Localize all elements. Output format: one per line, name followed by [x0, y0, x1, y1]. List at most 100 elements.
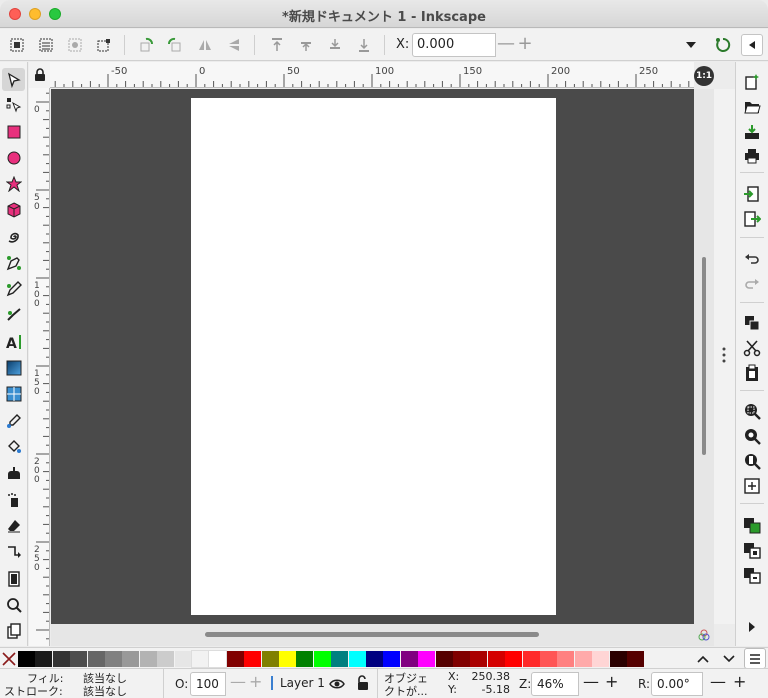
- pages-tool[interactable]: [2, 567, 25, 590]
- undo-button[interactable]: [740, 248, 764, 270]
- guide-lock-button[interactable]: [29, 62, 50, 88]
- color-swatch[interactable]: [487, 651, 505, 667]
- color-swatch[interactable]: [366, 651, 383, 667]
- zoom-page-button[interactable]: [740, 450, 764, 472]
- eraser-tool[interactable]: [2, 514, 25, 537]
- color-swatch[interactable]: [296, 651, 314, 667]
- horizontal-scrollbar[interactable]: [51, 624, 694, 646]
- color-swatch[interactable]: [540, 651, 557, 667]
- 3dbox-tool[interactable]: [2, 198, 25, 221]
- rotate-ccw-status-button[interactable]: —: [710, 672, 726, 691]
- no-paint-swatch[interactable]: [1, 651, 17, 667]
- node-tool[interactable]: [2, 93, 25, 116]
- color-swatch[interactable]: [348, 651, 366, 667]
- connector-tool[interactable]: [2, 540, 25, 563]
- fill-stroke-button[interactable]: [740, 514, 764, 536]
- color-swatch[interactable]: [52, 651, 70, 667]
- raise-button[interactable]: [296, 35, 316, 55]
- document-page[interactable]: [191, 98, 556, 615]
- color-swatch[interactable]: [157, 651, 175, 667]
- copy-button[interactable]: [740, 312, 764, 334]
- zoom-one-to-one-button[interactable]: 1:1: [694, 66, 714, 86]
- palette-scroll-up-button[interactable]: [694, 650, 712, 668]
- paste-button[interactable]: [740, 362, 764, 384]
- color-swatch[interactable]: [331, 651, 349, 667]
- deselect-button[interactable]: [94, 35, 114, 55]
- color-swatch[interactable]: [627, 651, 644, 667]
- rotation-input[interactable]: 0.00°: [651, 672, 703, 696]
- star-tool[interactable]: [2, 172, 25, 195]
- color-swatch[interactable]: [400, 651, 418, 667]
- color-swatch[interactable]: [279, 651, 296, 667]
- ellipse-tool[interactable]: [2, 146, 25, 169]
- color-swatch[interactable]: [208, 650, 228, 668]
- zoom-selection-button[interactable]: [740, 400, 764, 422]
- color-swatch[interactable]: [574, 651, 592, 667]
- lower-button[interactable]: [325, 35, 345, 55]
- horizontal-scrollbar-thumb[interactable]: [205, 632, 539, 637]
- ungroup-button[interactable]: [740, 564, 764, 586]
- rotate-ccw-button[interactable]: [136, 35, 156, 55]
- color-swatch[interactable]: [18, 651, 35, 667]
- commands-expand-button[interactable]: [740, 616, 764, 638]
- open-document-button[interactable]: [740, 96, 764, 118]
- dock-handle[interactable]: [714, 89, 735, 624]
- spray-tool[interactable]: [2, 488, 25, 511]
- spiral-tool[interactable]: [2, 225, 25, 248]
- zoom-drawing-button[interactable]: [740, 425, 764, 447]
- opacity-increment-button[interactable]: +: [249, 672, 262, 691]
- group-button[interactable]: [740, 539, 764, 561]
- color-swatch[interactable]: [174, 651, 192, 667]
- select-all-layers-button[interactable]: [36, 35, 56, 55]
- pen-tool[interactable]: [2, 251, 25, 274]
- new-document-button[interactable]: [740, 71, 764, 93]
- zoom-input[interactable]: 46%: [531, 672, 579, 696]
- color-swatch[interactable]: [122, 651, 140, 667]
- color-swatch[interactable]: [505, 651, 523, 667]
- pencil-tool[interactable]: [2, 277, 25, 300]
- print-button[interactable]: [740, 145, 764, 167]
- invert-selection-button[interactable]: [65, 35, 85, 55]
- selector-tool[interactable]: [2, 68, 25, 91]
- current-layer-name[interactable]: Layer 1: [280, 676, 325, 690]
- opacity-input[interactable]: 100: [190, 672, 226, 696]
- import-button[interactable]: [740, 183, 764, 205]
- color-swatch[interactable]: [435, 651, 453, 667]
- color-swatch[interactable]: [105, 651, 122, 667]
- color-swatch[interactable]: [557, 651, 575, 667]
- flip-horizontal-button[interactable]: [195, 35, 215, 55]
- zoom-tool[interactable]: [2, 593, 25, 616]
- color-swatch[interactable]: [87, 651, 105, 667]
- color-swatch[interactable]: [226, 651, 244, 667]
- x-increment-button[interactable]: +: [515, 33, 535, 57]
- gradient-tool[interactable]: [2, 356, 25, 379]
- layer-lock-toggle[interactable]: [356, 675, 370, 691]
- vertical-scrollbar[interactable]: [694, 89, 714, 624]
- color-swatch[interactable]: [261, 651, 279, 667]
- snap-toggle-button[interactable]: [713, 35, 733, 55]
- x-coordinate-input[interactable]: 0.000: [412, 33, 496, 57]
- zoom-out-button[interactable]: —: [583, 672, 599, 691]
- flip-vertical-button[interactable]: [224, 35, 244, 55]
- snap-popover-button[interactable]: [741, 34, 763, 56]
- color-swatch[interactable]: [244, 651, 262, 667]
- paintbucket-tool[interactable]: [2, 435, 25, 458]
- color-swatch[interactable]: [139, 651, 157, 667]
- color-swatch[interactable]: [191, 650, 210, 668]
- layer-visibility-toggle[interactable]: [329, 676, 345, 692]
- mesh-tool[interactable]: [2, 382, 25, 405]
- measure-tool[interactable]: [2, 619, 25, 642]
- vertical-scrollbar-thumb[interactable]: [702, 257, 706, 455]
- color-swatch[interactable]: [522, 651, 540, 667]
- palette-scroll-down-button[interactable]: [720, 650, 738, 668]
- color-swatch[interactable]: [383, 651, 401, 667]
- color-swatch[interactable]: [470, 651, 488, 667]
- redo-button[interactable]: [740, 273, 764, 295]
- color-swatch[interactable]: [609, 651, 627, 667]
- rotate-cw-button[interactable]: [165, 35, 185, 55]
- tweak-tool[interactable]: [2, 461, 25, 484]
- dropper-tool[interactable]: [2, 409, 25, 432]
- raise-to-top-button[interactable]: [267, 35, 287, 55]
- color-swatch[interactable]: [592, 651, 610, 667]
- color-swatch[interactable]: [453, 651, 470, 667]
